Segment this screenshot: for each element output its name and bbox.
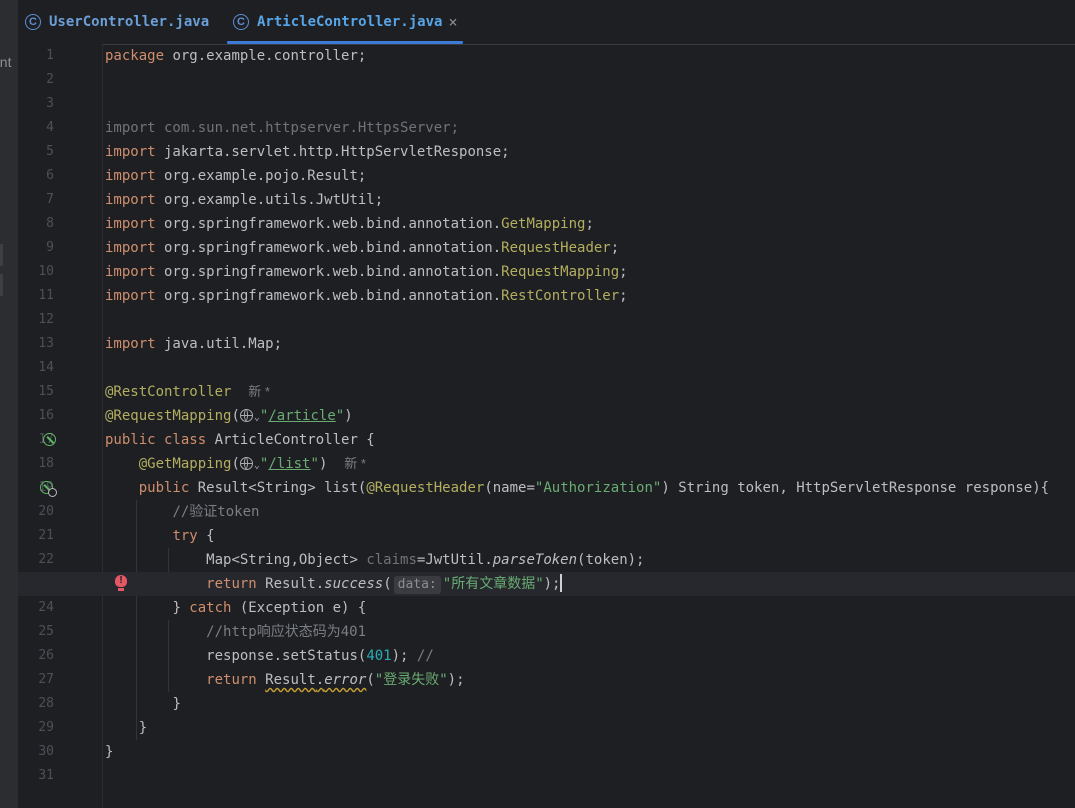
code-line-20: //验证token [172, 504, 260, 520]
line-number[interactable]: 9 [18, 236, 54, 260]
line-number[interactable]: 22 [18, 548, 54, 572]
code-line-11: import org.springframework.web.bind.anno… [105, 288, 628, 304]
line-number[interactable]: 31 [18, 764, 54, 788]
parameter-hint: data: [393, 576, 441, 594]
line-number[interactable]: 7 [18, 188, 54, 212]
java-class-icon: C [233, 13, 249, 30]
code-line-27: return Result.error("登录失败"); [206, 672, 465, 688]
code-line-18: @GetMapping(⌄"/list") 新 * [138, 456, 366, 472]
code-line-23-current: return Result.success(data: "所有文章数据"); [18, 572, 1075, 596]
code-line-22: Map<String,Object> claims=JwtUtil.parseT… [206, 552, 645, 568]
code-line-30: } [105, 744, 114, 760]
author-hint[interactable]: 新 * [248, 384, 270, 399]
code-line-1: package org.example.controller; [105, 48, 367, 64]
tab-label: ArticleController.java [257, 13, 443, 30]
url-link[interactable]: /list [268, 456, 310, 472]
globe-icon[interactable] [239, 457, 253, 470]
globe-icon [48, 488, 57, 497]
code-line-16: @RequestMapping(⌄"/article") [105, 408, 353, 424]
code-line-28: } [172, 696, 181, 712]
line-number[interactable]: 12 [18, 308, 54, 332]
tab-article-controller[interactable]: C ArticleController.java × [227, 0, 464, 44]
side-marker [0, 274, 3, 296]
line-number[interactable]: 29 [18, 716, 54, 740]
url-link[interactable]: /article [268, 408, 335, 424]
code-editor[interactable]: package org.example.controller; import c… [18, 44, 1075, 808]
editor-tab-bar: C UserController.java C ArticleControlle… [18, 0, 1075, 45]
code-line-15: @RestController 新 * [105, 384, 270, 400]
code-line-13: import java.util.Map; [105, 336, 283, 352]
line-number[interactable]: 6 [18, 164, 54, 188]
line-number[interactable]: 1 [18, 44, 54, 68]
error-bulb-icon[interactable]: ! [115, 575, 127, 587]
code-line-4: import com.sun.net.httpserver.HttpsServe… [105, 120, 460, 136]
line-number[interactable]: 5 [18, 140, 54, 164]
tab-label: UserController.java [49, 13, 210, 30]
code-line-26: response.setStatus(401); // [206, 648, 434, 664]
line-number[interactable]: 20 [18, 500, 54, 524]
line-number[interactable]: 11 [18, 284, 54, 308]
side-panel-label: ent [0, 54, 12, 70]
code-line-21: try { [172, 528, 215, 544]
code-line-8: import org.springframework.web.bind.anno… [105, 216, 594, 232]
side-marker [0, 244, 3, 266]
author-hint[interactable]: 新 * [344, 456, 366, 471]
line-number[interactable]: 13 [18, 332, 54, 356]
tab-user-controller[interactable]: C UserController.java [25, 0, 209, 43]
line-number[interactable]: 25 [18, 620, 54, 644]
line-number[interactable]: 28 [18, 692, 54, 716]
code-line-24: } catch (Exception e) { [172, 600, 367, 616]
line-number[interactable]: 18 [18, 452, 54, 476]
line-number[interactable]: 3 [18, 92, 54, 116]
spring-bean-icon[interactable] [43, 433, 56, 446]
java-class-icon: C [25, 13, 41, 30]
code-line-5: import jakarta.servlet.http.HttpServletR… [105, 144, 510, 160]
line-number[interactable]: 26 [18, 644, 54, 668]
close-icon[interactable]: × [448, 13, 457, 31]
code-line-29: } [138, 720, 148, 736]
code-line-9: import org.springframework.web.bind.anno… [105, 240, 620, 256]
code-line-7: import org.example.utils.JwtUtil; [105, 192, 384, 208]
line-number-gutter: 1234567891011121314151617181920212223242… [18, 44, 102, 808]
line-number[interactable]: 30 [18, 740, 54, 764]
code-line-6: import org.example.pojo.Result; [105, 168, 367, 184]
error-bulb-base [118, 588, 124, 591]
line-number[interactable]: 4 [18, 116, 54, 140]
code-line-17: public class ArticleController { [105, 432, 375, 448]
left-tool-strip: ent [0, 0, 18, 808]
code-line-10: import org.springframework.web.bind.anno… [105, 264, 628, 280]
line-number[interactable]: 14 [18, 356, 54, 380]
line-number[interactable]: 27 [18, 668, 54, 692]
line-number[interactable]: 16 [18, 404, 54, 428]
line-number[interactable]: 8 [18, 212, 54, 236]
line-number[interactable]: 21 [18, 524, 54, 548]
line-number[interactable]: 10 [18, 260, 54, 284]
code-line-25: //http响应状态码为401 [206, 624, 367, 640]
line-number[interactable]: 24 [18, 596, 54, 620]
line-number[interactable]: 15 [18, 380, 54, 404]
globe-icon[interactable] [239, 409, 253, 422]
text-caret [560, 574, 563, 592]
line-number[interactable]: 2 [18, 68, 54, 92]
code-line-19: public Result<String> list(@RequestHeade… [138, 480, 1050, 496]
